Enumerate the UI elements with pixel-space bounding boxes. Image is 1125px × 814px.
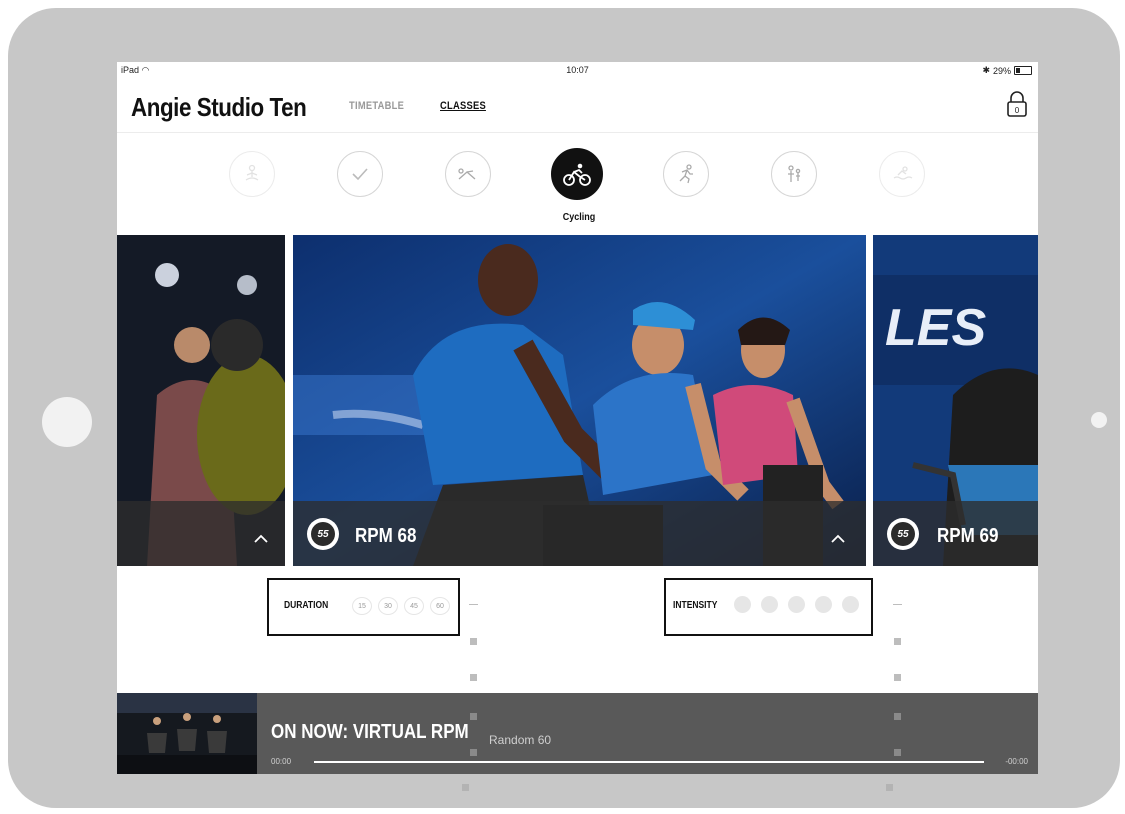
category-cycling[interactable] xyxy=(551,148,603,200)
running-icon xyxy=(679,164,693,184)
guide-mark xyxy=(462,784,469,791)
category-meditation[interactable] xyxy=(229,151,275,197)
duration-badge-value: 55 xyxy=(311,522,335,546)
category-stretch[interactable] xyxy=(445,151,491,197)
intensity-level-1[interactable] xyxy=(734,596,751,613)
intensity-level-5[interactable] xyxy=(842,596,859,613)
checkmark-icon xyxy=(352,168,368,181)
guide-mark xyxy=(886,784,893,791)
guide-mark xyxy=(894,749,901,756)
guide-mark xyxy=(470,749,477,756)
category-swimming[interactable] xyxy=(879,151,925,197)
bluetooth-icon: ✱ xyxy=(982,65,990,75)
meditation-icon xyxy=(245,164,259,181)
battery-icon xyxy=(1014,66,1032,75)
clock: 10:07 xyxy=(566,65,589,75)
guide-dash xyxy=(469,604,478,605)
duration-label: DURATION xyxy=(284,600,329,611)
intensity-level-4[interactable] xyxy=(815,596,832,613)
duration-badge: 55 xyxy=(307,518,339,550)
chevron-up-icon[interactable] xyxy=(830,534,846,544)
duration-option-60[interactable]: 60 xyxy=(430,597,450,615)
swimming-icon xyxy=(893,166,913,180)
now-playing-bar[interactable]: ON NOW: VIRTUAL RPM Random 60 00:00 -00:… xyxy=(117,693,1038,774)
guide-mark xyxy=(894,638,901,645)
remaining-time: -00:00 xyxy=(1005,757,1028,766)
family-icon xyxy=(788,165,801,182)
category-running[interactable] xyxy=(663,151,709,197)
duration-badge-value: 55 xyxy=(891,522,915,546)
guide-mark xyxy=(470,713,477,720)
intensity-level-3[interactable] xyxy=(788,596,805,613)
active-category-label: Cycling xyxy=(562,212,596,223)
intensity-label: INTENSITY xyxy=(673,600,718,611)
guide-dash xyxy=(893,604,902,605)
now-playing-title: ON NOW: VIRTUAL RPM xyxy=(271,721,469,743)
ipad-frame: iPad ◠ 10:07 ✱ 29% Angie Studio Ten TIME… xyxy=(8,8,1120,808)
chevron-up-icon[interactable] xyxy=(253,534,269,544)
svg-text:LES: LES xyxy=(885,299,986,357)
guide-mark xyxy=(470,674,477,681)
app-screen: iPad ◠ 10:07 ✱ 29% Angie Studio Ten TIME… xyxy=(117,62,1038,774)
lock-icon[interactable]: 0 xyxy=(1006,90,1028,118)
duration-option-30[interactable]: 30 xyxy=(378,597,398,615)
tab-timetable[interactable]: TIMETABLE xyxy=(349,100,404,112)
now-playing-subtitle: Random 60 xyxy=(489,733,552,747)
duration-badge: 55 xyxy=(887,518,919,550)
progress-bar[interactable] xyxy=(314,761,984,763)
class-card-rpm69[interactable]: LES 55 RPM 69 xyxy=(873,235,1038,566)
class-title: RPM 69 xyxy=(937,525,999,547)
page-title: Angie Studio Ten xyxy=(131,92,307,122)
category-family[interactable] xyxy=(771,151,817,197)
guide-mark xyxy=(894,713,901,720)
guide-mark xyxy=(470,638,477,645)
class-card-rpm68[interactable]: 55 RPM 68 xyxy=(293,235,866,566)
class-card-previous[interactable] xyxy=(117,235,285,566)
svg-text:0: 0 xyxy=(1015,106,1020,115)
battery-percent: 29% xyxy=(992,65,1011,76)
app-header: Angie Studio Ten TIMETABLE CLASSES 0 xyxy=(117,78,1038,133)
tab-classes[interactable]: CLASSES xyxy=(440,100,486,112)
duration-option-45[interactable]: 45 xyxy=(404,597,424,615)
cycling-icon xyxy=(563,163,591,186)
guide-mark xyxy=(894,674,901,681)
elapsed-time: 00:00 xyxy=(271,757,292,766)
intensity-level-2[interactable] xyxy=(761,596,778,613)
duration-option-15[interactable]: 15 xyxy=(352,597,372,615)
stretch-icon xyxy=(458,168,476,180)
now-playing-thumbnail xyxy=(117,693,257,774)
status-bar: iPad ◠ 10:07 ✱ 29% xyxy=(117,62,1038,78)
home-button[interactable] xyxy=(42,397,92,447)
category-all[interactable] xyxy=(337,151,383,197)
battery-status: ✱ 29% xyxy=(982,65,1032,76)
camera-dot xyxy=(1091,412,1107,428)
class-title: RPM 68 xyxy=(355,525,417,547)
